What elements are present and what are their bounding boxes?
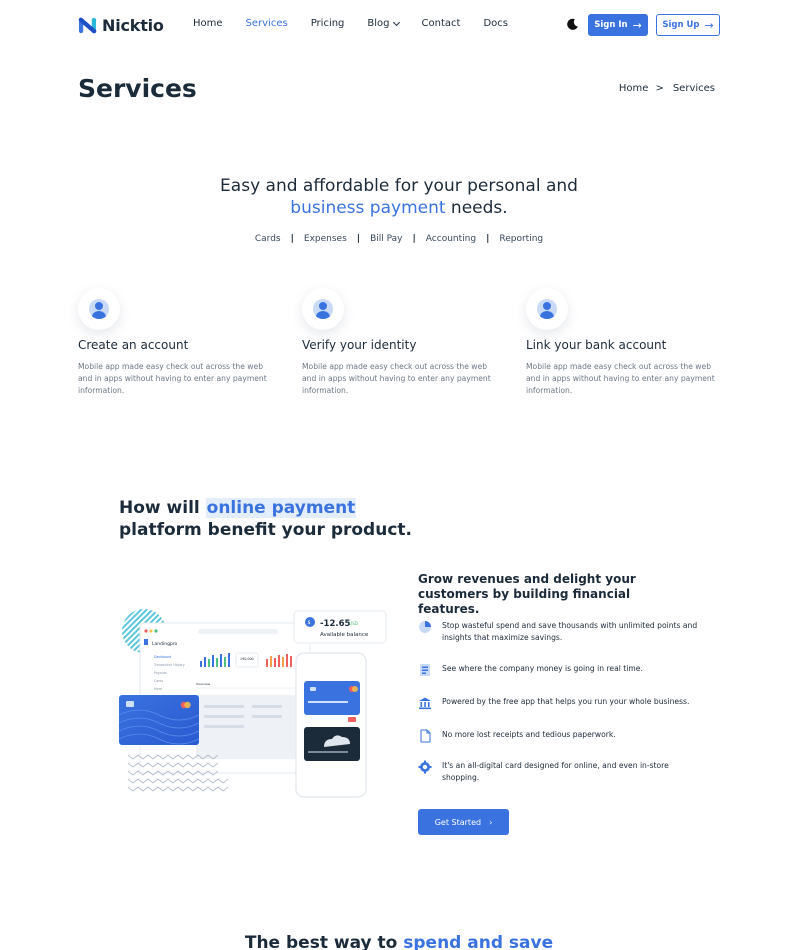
breadcrumb-home[interactable]: Home <box>619 83 649 94</box>
arrow-right-icon: → <box>632 18 642 32</box>
phone-mockup <box>295 652 367 798</box>
pie-chart-icon <box>419 621 431 633</box>
intro-heading: Easy and affordable for your personal an… <box>0 175 798 219</box>
svg-text:Transaction History: Transaction History <box>153 663 185 667</box>
svg-text:More: More <box>154 687 162 691</box>
balance-label: Available balance <box>320 632 369 638</box>
get-started-button[interactable]: Get Started › <box>418 809 509 835</box>
benefit-subheading: Grow revenues and delight your customers… <box>418 572 636 616</box>
feature-text: Powered by the free app that helps you r… <box>442 697 690 706</box>
nav-blog[interactable]: Blog <box>367 18 400 29</box>
feature-item: Stop wasteful spend and save thousands w… <box>418 620 708 644</box>
feature-text: No more lost receipts and tedious paperw… <box>442 730 616 739</box>
savings-heading-pre: The best way to <box>244 933 404 950</box>
tag-divider: | <box>412 234 416 244</box>
tag-expenses[interactable]: Expenses <box>304 234 347 244</box>
step-link-bank: Link your bank account Mobile app made e… <box>526 288 726 397</box>
user-icon <box>89 299 109 319</box>
intro-line2: needs. <box>445 198 508 218</box>
savings-heading-highlight: spend and save <box>403 933 554 950</box>
step-create-account: Create an account Mobile app made easy c… <box>78 288 278 397</box>
feature-item: Powered by the free app that helps you r… <box>418 696 708 710</box>
intro-highlight: business payment <box>290 198 446 218</box>
site-header: Nicktio Home Services Pricing Blog Conta… <box>0 0 798 50</box>
step-icon-wrap <box>526 288 568 330</box>
feature-text: It's an all-digital card designed for on… <box>442 761 669 782</box>
bank-icon <box>419 697 431 710</box>
nav-contact[interactable]: Contact <box>422 18 461 29</box>
breadcrumb: Home > Services <box>619 83 715 94</box>
tag-accounting[interactable]: Accounting <box>426 234 476 244</box>
chevron-right-icon: › <box>489 817 493 827</box>
step-title: Verify your identity <box>302 338 417 352</box>
breadcrumb-current: Services <box>672 83 715 94</box>
ledger-icon <box>420 664 430 676</box>
sign-up-button[interactable]: Sign Up → <box>656 14 720 36</box>
stat-value: 190,000 <box>240 657 254 661</box>
get-started-label: Get Started <box>434 817 482 827</box>
dashboard-illustration: Landingpro Dashboard Transaction History… <box>118 609 387 798</box>
step-title: Create an account <box>78 338 189 352</box>
benefit-heading-pre: How will <box>119 498 206 518</box>
nav-home[interactable]: Home <box>193 18 223 29</box>
savings-heading: The best way to spend and save <box>0 933 798 950</box>
step-title: Link your bank account <box>526 338 667 352</box>
nav-blog-label: Blog <box>367 18 390 29</box>
app-name: Landingpro <box>152 641 178 647</box>
step-text: Mobile app made easy check out across th… <box>78 362 267 395</box>
sign-in-label: Sign In <box>594 20 628 30</box>
sign-up-label: Sign Up <box>662 20 700 30</box>
svg-text:Dashboard: Dashboard <box>154 655 171 659</box>
svg-text:$: $ <box>308 620 311 626</box>
user-icon <box>313 299 333 319</box>
benefit-heading-highlight: online payment <box>205 498 357 518</box>
tab-overview: Overview <box>196 682 211 686</box>
nav-docs[interactable]: Docs <box>483 18 508 29</box>
user-icon <box>537 299 557 319</box>
intro-line1: Easy and affordable for your personal an… <box>220 176 578 196</box>
tag-divider: | <box>356 234 361 244</box>
arrow-right-icon: → <box>704 18 714 32</box>
document-icon <box>420 729 431 743</box>
chevron-down-icon <box>392 18 400 26</box>
feature-item: No more lost receipts and tedious paperw… <box>418 729 708 743</box>
tag-bill-pay[interactable]: Bill Pay <box>370 234 402 244</box>
step-icon-wrap <box>302 288 344 330</box>
gear-icon <box>418 760 432 774</box>
chevron-right-icon: > <box>655 83 664 94</box>
feature-item: See where the company money is going in … <box>418 663 708 677</box>
tag-cards[interactable]: Cards <box>255 234 281 244</box>
balance-currency: USD <box>349 621 358 626</box>
service-tags: Cards | Expenses | Bill Pay | Accounting… <box>0 234 798 244</box>
brand-name: Nicktio <box>102 15 164 35</box>
nav-pricing[interactable]: Pricing <box>311 18 345 29</box>
feature-text: See where the company money is going in … <box>442 664 643 673</box>
nav-services[interactable]: Services <box>246 18 288 29</box>
benefit-heading: How will online payment platform benefit… <box>119 497 412 541</box>
step-text: Mobile app made easy check out across th… <box>302 362 491 395</box>
brand-logo[interactable]: Nicktio <box>78 14 164 36</box>
moon-icon[interactable] <box>566 18 579 31</box>
main-nav: Home Services Pricing Blog Contact Docs <box>193 18 531 29</box>
sign-in-button[interactable]: Sign In → <box>588 14 648 36</box>
benefit-heading-line2: platform benefit your product. <box>119 520 412 540</box>
svg-text:Payouts: Payouts <box>154 671 167 675</box>
feature-item: It's an all-digital card designed for on… <box>418 760 708 784</box>
svg-text:Cards: Cards <box>154 679 163 683</box>
tag-divider: | <box>290 234 294 244</box>
step-verify-identity: Verify your identity Mobile app made eas… <box>302 288 502 397</box>
step-text: Mobile app made easy check out across th… <box>526 362 715 395</box>
balance-amount: -12.65 <box>320 619 350 629</box>
logo-icon <box>78 17 97 33</box>
feature-text: Stop wasteful spend and save thousands w… <box>442 621 698 642</box>
page-title: Services <box>78 74 197 103</box>
tag-reporting[interactable]: Reporting <box>499 234 543 244</box>
tag-divider: | <box>486 234 490 244</box>
step-icon-wrap <box>78 288 120 330</box>
